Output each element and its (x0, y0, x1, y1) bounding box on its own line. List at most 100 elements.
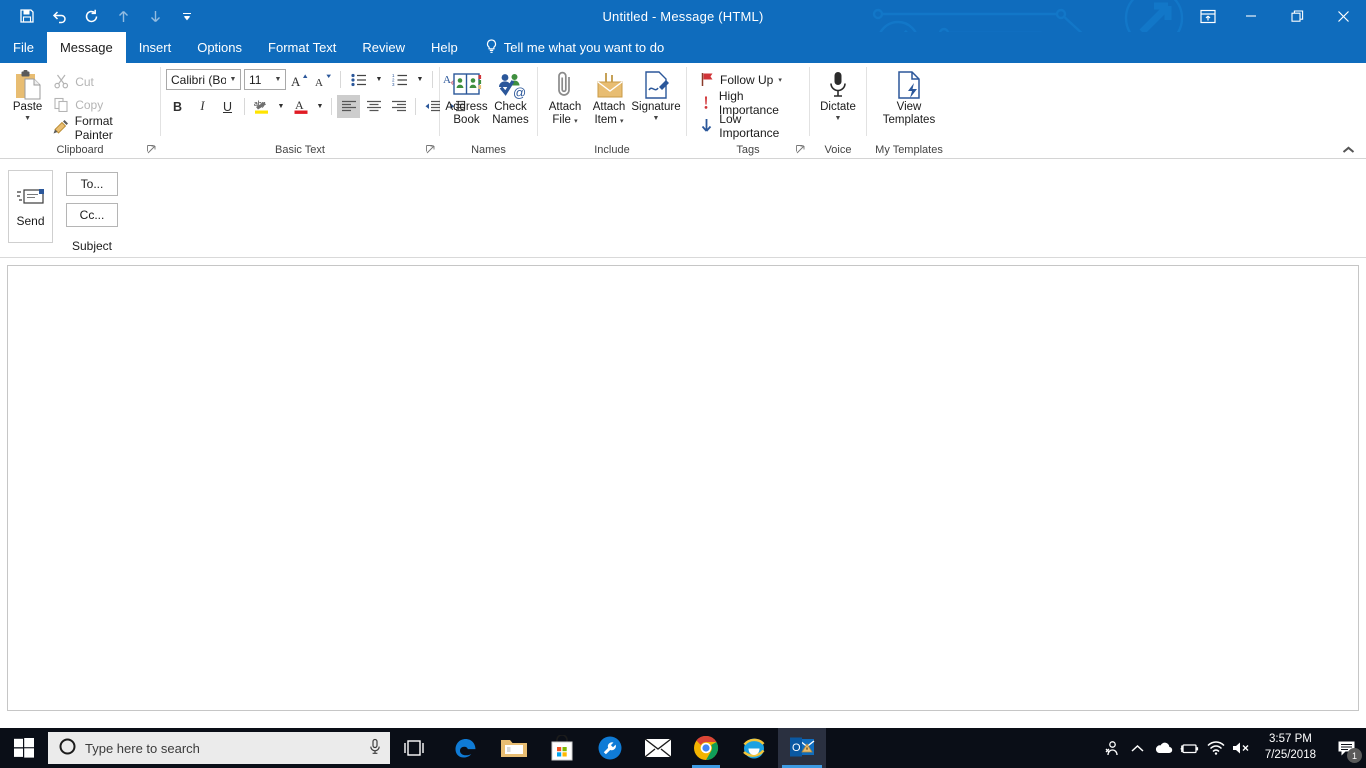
notification-center-button[interactable]: 1 (1326, 728, 1366, 768)
grow-font-button[interactable]: A (289, 68, 310, 91)
attach-item-button[interactable]: Attach Item ▾ (587, 66, 631, 127)
microphone-icon[interactable] (368, 738, 382, 758)
font-color-button[interactable]: A (289, 95, 312, 118)
send-button[interactable]: Send (8, 170, 53, 243)
attach-file-button[interactable]: Attach File ▾ (543, 66, 587, 127)
format-painter-button[interactable]: Format Painter (50, 114, 155, 142)
attach-item-label-line2: Item ▾ (594, 114, 623, 127)
show-hidden-icons-icon[interactable] (1125, 728, 1151, 768)
redo-icon[interactable] (76, 2, 106, 30)
attach-file-label-line2: File ▾ (552, 114, 577, 127)
align-right-button[interactable] (387, 95, 410, 118)
highlight-color-button[interactable]: aby (250, 95, 273, 118)
shrink-font-button[interactable]: A (313, 68, 334, 91)
follow-up-label: Follow Up (720, 72, 774, 87)
tab-help[interactable]: Help (418, 32, 471, 63)
font-size-combobox[interactable]: 11 ▼ (244, 69, 286, 90)
tab-message[interactable]: Message (46, 32, 126, 63)
cc-button[interactable]: Cc... (66, 203, 118, 227)
signature-dropdown-icon[interactable]: ▼ (653, 115, 660, 122)
attach-item-dropdown-icon[interactable]: ▾ (620, 118, 624, 125)
tab-review[interactable]: Review (349, 32, 418, 63)
include-label-text: Include (594, 144, 630, 156)
clock-time: 3:57 PM (1269, 733, 1312, 746)
send-label: Send (16, 214, 45, 228)
attach-file-label-line1: Attach (548, 101, 582, 113)
to-button[interactable]: To... (66, 172, 118, 196)
align-center-button[interactable] (362, 95, 385, 118)
start-button[interactable] (0, 728, 48, 768)
tab-file[interactable]: File (0, 32, 47, 63)
address-book-button[interactable]: Address Book (445, 66, 489, 127)
paste-dropdown-icon[interactable]: ▼ (24, 115, 31, 122)
taskbar-edge[interactable] (442, 728, 490, 768)
taskbar-internet-explorer[interactable] (730, 728, 778, 768)
next-item-icon[interactable] (140, 2, 170, 30)
signature-button[interactable]: Signature ▼ (631, 66, 681, 122)
align-left-button[interactable] (337, 95, 360, 118)
dictate-button[interactable]: Dictate ▼ (815, 66, 861, 122)
flag-icon (698, 71, 715, 88)
previous-item-icon[interactable] (108, 2, 138, 30)
bullets-button[interactable] (347, 68, 370, 91)
title-bar: Untitled - Message (HTML) (0, 0, 1366, 32)
people-icon[interactable] (1099, 728, 1125, 768)
save-icon[interactable] (12, 2, 42, 30)
collapse-ribbon-button[interactable] (1336, 141, 1360, 159)
task-view-button[interactable] (390, 728, 438, 768)
close-button[interactable] (1320, 0, 1366, 32)
cut-button[interactable]: Cut (50, 70, 155, 93)
tell-me-search[interactable]: Tell me what you want to do (471, 32, 664, 63)
restore-button[interactable] (1274, 0, 1320, 32)
customize-quick-access-toolbar-icon[interactable] (172, 2, 202, 30)
basic-text-dialog-launcher[interactable] (425, 145, 436, 156)
taskbar-tool[interactable] (586, 728, 634, 768)
bullets-dropdown-icon[interactable]: ▼ (373, 68, 385, 91)
low-importance-button[interactable]: Low Importance (695, 111, 804, 140)
search-box[interactable]: Type here to search (48, 732, 390, 764)
attach-file-dropdown-icon[interactable]: ▾ (574, 118, 578, 125)
tags-dialog-launcher[interactable] (795, 145, 806, 156)
tab-format-text[interactable]: Format Text (255, 32, 349, 63)
onedrive-icon[interactable] (1151, 728, 1177, 768)
tab-options[interactable]: Options (184, 32, 255, 63)
divider (340, 71, 341, 88)
taskbar-chrome[interactable] (682, 728, 730, 768)
low-importance-label: Low Importance (719, 111, 780, 140)
bold-button[interactable]: B (166, 95, 189, 118)
attach-file-line2-text: File (552, 114, 571, 127)
taskbar-mail[interactable] (634, 728, 682, 768)
font-size-dropdown-icon[interactable]: ▼ (271, 76, 285, 83)
taskbar-microsoft-store[interactable] (538, 728, 586, 768)
italic-button[interactable]: I (191, 95, 214, 118)
names-label-text: Names (471, 144, 506, 156)
underline-button[interactable]: U (216, 95, 239, 118)
font-color-dropdown-icon[interactable]: ▼ (314, 95, 326, 118)
numbering-button[interactable]: 123 (388, 68, 411, 91)
check-names-button[interactable]: @ Check Names (489, 66, 533, 127)
view-templates-label-line2: Templates (882, 114, 936, 127)
clock[interactable]: 3:57 PM 7/25/2018 (1255, 728, 1326, 768)
taskbar-file-explorer[interactable] (490, 728, 538, 768)
follow-up-dropdown-icon[interactable]: ▾ (778, 77, 782, 84)
undo-icon[interactable] (44, 2, 74, 30)
ribbon-group-my-templates: View Templates My Templates (867, 63, 951, 159)
clipboard-dialog-launcher[interactable] (146, 145, 157, 156)
taskbar-outlook[interactable]: O (778, 728, 826, 768)
header-divider (0, 257, 1366, 258)
font-name-combobox[interactable]: Calibri (Bod ▼ (166, 69, 241, 90)
highlight-dropdown-icon[interactable]: ▼ (275, 95, 287, 118)
wifi-icon[interactable] (1203, 728, 1229, 768)
font-name-dropdown-icon[interactable]: ▼ (226, 76, 240, 83)
message-body[interactable] (7, 265, 1359, 711)
view-templates-button[interactable]: View Templates (877, 66, 941, 127)
dictate-dropdown-icon[interactable]: ▼ (835, 115, 842, 122)
minimize-button[interactable] (1228, 0, 1274, 32)
bold-label: B (172, 99, 183, 114)
ribbon-display-options-button[interactable] (1188, 0, 1228, 32)
volume-muted-icon[interactable] (1229, 728, 1255, 768)
paste-button[interactable]: Paste ▼ (5, 66, 50, 122)
numbering-dropdown-icon[interactable]: ▼ (414, 68, 426, 91)
tab-insert[interactable]: Insert (126, 32, 185, 63)
battery-icon[interactable] (1177, 728, 1203, 768)
